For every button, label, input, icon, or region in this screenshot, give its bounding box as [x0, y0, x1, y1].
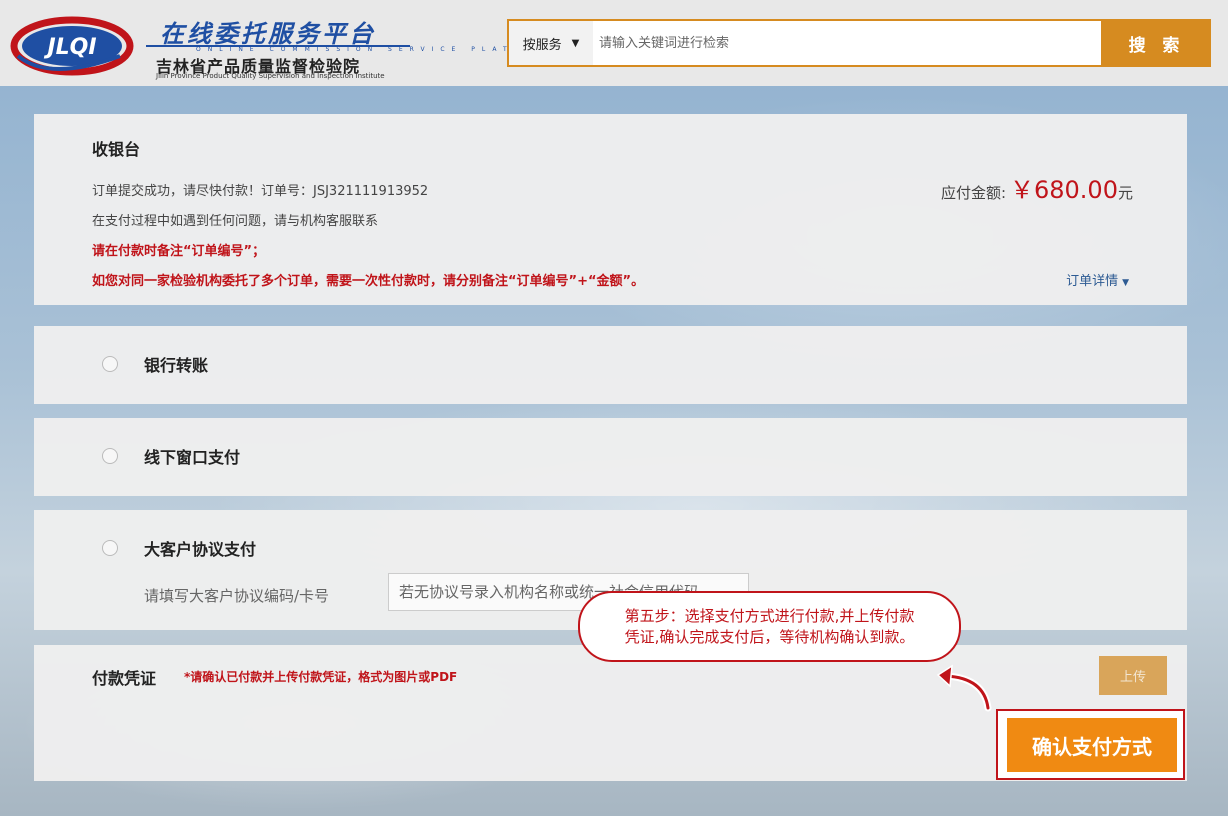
- upload-button[interactable]: 上传: [1099, 656, 1167, 695]
- help-text: 在支付过程中如遇到任何问题，请与机构客服联系: [92, 214, 379, 229]
- offline-window-label: 线下窗口支付: [144, 448, 241, 467]
- amount-label: 应付金额:: [940, 184, 1006, 202]
- site-header: JLQI 在线委托服务平台 ONLINE COMMISSION SERVICE …: [0, 0, 1228, 86]
- agreement-code-label: 请填写大客户协议编码/卡号: [144, 587, 330, 605]
- amount-unit: 元: [1117, 184, 1133, 202]
- voucher-title: 付款凭证: [92, 669, 157, 688]
- logo-badge-text: JLQI: [43, 35, 96, 60]
- search-scope-select[interactable]: 按服务 ▼: [509, 21, 593, 65]
- key-account-label: 大客户协议支付: [144, 540, 257, 559]
- tutorial-curved-arrow-icon: [936, 664, 992, 712]
- caret-down-icon: ▼: [1122, 278, 1129, 288]
- jlqi-logo-icon: JLQI: [10, 16, 134, 76]
- tutorial-callout-text: 第五步：选择支付方式进行付款,并上传付款 凭证,确认完成支付后，等待机构确认到款…: [625, 606, 915, 648]
- order-number-prefix: 订单提交成功，请尽快付款！订单号：: [92, 184, 314, 199]
- search-scope-value: 按服务: [522, 37, 562, 53]
- search-input[interactable]: [593, 21, 1101, 65]
- radio-key-account[interactable]: [102, 540, 118, 556]
- payment-option-bank-transfer[interactable]: 银行转账: [34, 326, 1187, 404]
- amount-due: 应付金额: ￥680.00 元: [941, 170, 1133, 205]
- tutorial-callout-line-2: 凭证,确认完成支付后，等待机构确认到款。: [624, 627, 915, 646]
- search-button[interactable]: 搜 索: [1103, 19, 1211, 67]
- tutorial-callout: 第五步：选择支付方式进行付款,并上传付款 凭证,确认完成支付后，等待机构确认到款…: [578, 591, 961, 662]
- organization-name-en: Jilin Province Product Quality Supervisi…: [156, 72, 385, 80]
- radio-bank-transfer[interactable]: [102, 356, 118, 372]
- bank-transfer-label: 银行转账: [144, 356, 209, 375]
- cashier-title: 收银台: [92, 140, 141, 159]
- search-box: 按服务 ▼: [507, 19, 1103, 67]
- platform-title: 在线委托服务平台: [160, 19, 376, 48]
- tutorial-callout-line-1: 第五步：选择支付方式进行付款,并上传付款: [624, 606, 915, 625]
- platform-subtitle-en: ONLINE COMMISSION SERVICE PLATFORM: [196, 46, 560, 53]
- payment-note-2: 如您对同一家检验机构委托了多个订单，需要一次性付款时，请分别备注“订单编号”+“…: [92, 274, 645, 289]
- site-logo[interactable]: JLQI 在线委托服务平台 ONLINE COMMISSION SERVICE …: [10, 8, 552, 80]
- cashier-panel: 收银台 订单提交成功，请尽快付款！订单号：JSJ321111913952 在支付…: [34, 114, 1187, 305]
- voucher-note: *请确认已付款并上传付款凭证，格式为图片或PDF: [184, 670, 458, 684]
- confirm-payment-method-button[interactable]: 确认支付方式: [1007, 718, 1177, 772]
- order-detail-toggle[interactable]: 订单详情 ▼: [1066, 270, 1129, 289]
- chevron-down-icon: ▼: [571, 37, 580, 49]
- payment-option-offline-window[interactable]: 线下窗口支付: [34, 418, 1187, 496]
- amount-value: ￥680.00: [1010, 176, 1118, 204]
- order-detail-label: 订单详情: [1066, 274, 1119, 289]
- payment-note-1: 请在付款时备注“订单编号”；: [92, 244, 266, 259]
- order-number: JSJ321111913952: [313, 184, 429, 199]
- radio-offline-window[interactable]: [102, 448, 118, 464]
- order-success-message: 订单提交成功，请尽快付款！订单号：JSJ321111913952: [92, 180, 428, 199]
